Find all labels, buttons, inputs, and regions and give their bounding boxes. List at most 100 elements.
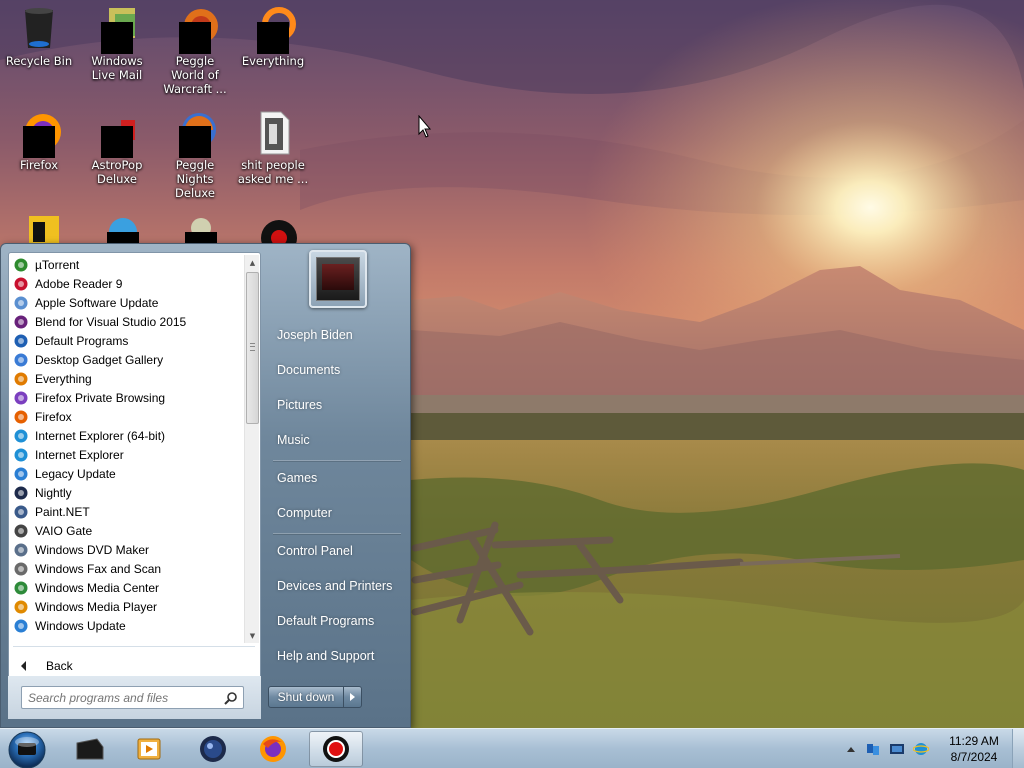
- search-input[interactable]: [28, 688, 223, 708]
- program-label: Adobe Reader 9: [35, 276, 123, 291]
- program-item[interactable]: Firefox: [11, 407, 244, 426]
- firefox-icon: [260, 736, 286, 762]
- right-item-music[interactable]: Music: [269, 425, 405, 455]
- desktop-icon-label: AstroPop Deluxe: [91, 158, 143, 186]
- program-item[interactable]: Legacy Update: [11, 464, 244, 483]
- program-label: Paint.NET: [35, 504, 90, 519]
- all-programs-list: µTorrent Adobe Reader 9 Apple Software Upd…: [11, 255, 244, 643]
- program-item[interactable]: Windows Fax and Scan: [11, 559, 244, 578]
- desktop-icon-peggle-nights[interactable]: Peggle Nights Deluxe: [156, 108, 234, 200]
- nightly-icon: [200, 736, 226, 762]
- right-item-default-programs[interactable]: Default Programs: [269, 606, 405, 636]
- program-item[interactable]: Desktop Gadget Gallery: [11, 350, 244, 369]
- shutdown-options-button[interactable]: [343, 687, 361, 707]
- internet-explorer-icon: [13, 428, 29, 444]
- program-item[interactable]: Windows DVD Maker: [11, 540, 244, 559]
- program-item[interactable]: Apple Software Update: [11, 293, 244, 312]
- program-list-scrollbar[interactable]: ▲ ▼: [244, 255, 259, 643]
- desktop-icon-peggle-wow[interactable]: Peggle World of Warcraft ...: [156, 4, 234, 96]
- adobe-reader-icon: [13, 276, 29, 292]
- program-item[interactable]: Nightly: [11, 483, 244, 502]
- taskbar-clock[interactable]: 11:29 AM 8/7/2024: [940, 733, 1008, 765]
- nightly-icon: [13, 485, 29, 501]
- program-label: Apple Software Update: [35, 295, 159, 310]
- vaio-gate-icon: [13, 523, 29, 539]
- right-item-control-panel[interactable]: Control Panel: [269, 536, 405, 566]
- program-label: µTorrent: [35, 257, 80, 272]
- display-icon[interactable]: [889, 741, 905, 757]
- right-item-devices-printers[interactable]: Devices and Printers: [269, 571, 405, 601]
- shutdown-button-group: Shut down: [268, 686, 362, 708]
- taskbar-media-player[interactable]: [122, 731, 176, 767]
- program-item[interactable]: Firefox Private Browsing: [11, 388, 244, 407]
- program-item[interactable]: µTorrent: [11, 255, 244, 274]
- desktop-icon-windows-live-mail[interactable]: Windows Live Mail: [78, 4, 156, 82]
- program-item[interactable]: Default Programs: [11, 331, 244, 350]
- program-item[interactable]: Blend for Visual Studio 2015: [11, 312, 244, 331]
- desktop-icon-label: Everything: [241, 54, 305, 68]
- desktop-icon-label: Peggle World of Warcraft ...: [163, 54, 227, 96]
- right-item-pictures[interactable]: Pictures: [269, 390, 405, 420]
- taskbar-vaio-app[interactable]: [62, 731, 116, 767]
- start-button[interactable]: [6, 730, 48, 768]
- program-label: Internet Explorer: [35, 447, 124, 462]
- internet-explorer-icon[interactable]: [913, 741, 929, 757]
- program-item[interactable]: VAIO Gate: [11, 521, 244, 540]
- taskbar-nightly[interactable]: [186, 731, 240, 767]
- mouse-cursor: [418, 114, 432, 139]
- clock-date: 8/7/2024: [950, 750, 998, 764]
- desktop-icon-recycle-bin[interactable]: Recycle Bin: [0, 4, 78, 68]
- right-item-label: Pictures: [277, 398, 323, 412]
- start-menu-left-pane: µTorrent Adobe Reader 9 Apple Software Upd…: [8, 252, 261, 719]
- desktop-icon-astropop[interactable]: AstroPop Deluxe: [78, 108, 156, 186]
- scroll-up-arrow-icon[interactable]: ▲: [245, 255, 260, 270]
- search-icon[interactable]: [224, 691, 238, 705]
- program-item[interactable]: Paint.NET: [11, 502, 244, 521]
- desktop-icon-firefox[interactable]: Firefox: [0, 108, 78, 172]
- program-item[interactable]: Adobe Reader 9: [11, 274, 244, 293]
- system-tray: [845, 729, 937, 768]
- program-item[interactable]: Windows Media Player: [11, 597, 244, 616]
- right-item-user-folder[interactable]: Joseph Biden: [269, 320, 405, 350]
- scroll-down-arrow-icon[interactable]: ▼: [245, 628, 260, 643]
- fax-scan-icon: [13, 561, 29, 577]
- desktop-icon-everything[interactable]: Everything: [234, 4, 312, 68]
- right-item-games[interactable]: Games: [269, 463, 405, 493]
- program-label: Nightly: [35, 485, 72, 500]
- firefox-private-icon: [13, 390, 29, 406]
- taskbar-firefox[interactable]: [246, 731, 300, 767]
- right-item-help-support[interactable]: Help and Support: [269, 641, 405, 671]
- taskbar-screen-recorder[interactable]: [309, 731, 363, 767]
- show-desktop-button[interactable]: [1012, 729, 1024, 768]
- shutdown-button[interactable]: Shut down: [269, 687, 343, 707]
- program-label: Everything: [35, 371, 92, 386]
- user-account-picture[interactable]: [309, 250, 367, 308]
- program-item[interactable]: Windows Media Center: [11, 578, 244, 597]
- program-item[interactable]: Internet Explorer (64-bit): [11, 426, 244, 445]
- program-item[interactable]: Everything: [11, 369, 244, 388]
- show-hidden-icons-arrow-icon[interactable]: [847, 746, 855, 752]
- desktop-icon-label: Windows Live Mail: [91, 54, 143, 82]
- right-item-label: Music: [277, 433, 310, 447]
- utorrent-icon: [13, 257, 29, 273]
- legacy-update-icon: [13, 466, 29, 482]
- program-label: Internet Explorer (64-bit): [35, 428, 166, 443]
- screen-recorder-icon: [323, 736, 349, 762]
- program-label: Desktop Gadget Gallery: [35, 352, 164, 367]
- right-item-label: Devices and Printers: [277, 579, 393, 593]
- program-label: VAIO Gate: [35, 523, 93, 538]
- peggle-world-of-warcraft-icon: [171, 4, 219, 54]
- right-item-label: Control Panel: [277, 544, 353, 558]
- program-item[interactable]: Windows Update: [11, 616, 244, 635]
- program-item[interactable]: Internet Explorer: [11, 445, 244, 464]
- right-item-computer[interactable]: Computer: [269, 498, 405, 528]
- search-box[interactable]: [21, 686, 244, 709]
- desktop-icon-text-file[interactable]: shit people asked me ...: [234, 108, 312, 186]
- internet-explorer-icon: [13, 447, 29, 463]
- paint-net-icon: [13, 504, 29, 520]
- scrollbar-thumb[interactable]: [246, 272, 259, 424]
- right-item-documents[interactable]: Documents: [269, 355, 405, 385]
- start-menu-right-pane: Joseph Biden Documents Pictures Music Ga…: [263, 244, 411, 729]
- network-icon[interactable]: [865, 741, 881, 757]
- apple-software-update-icon: [13, 295, 29, 311]
